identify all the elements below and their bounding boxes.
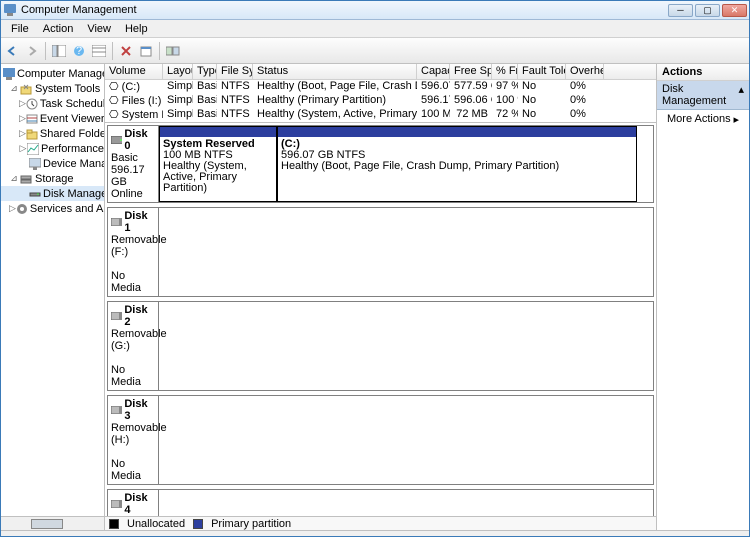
minimize-button[interactable]: ─ xyxy=(668,4,693,17)
volume-row[interactable]: ⎔ (C:)SimpleBasicNTFSHealthy (Boot, Page… xyxy=(105,80,656,94)
titlebar: Computer Management ─ ▢ ✕ xyxy=(1,1,749,20)
properties-icon[interactable] xyxy=(137,42,155,60)
settings-icon[interactable] xyxy=(164,42,182,60)
tree-performance[interactable]: ▷Performance xyxy=(1,141,104,156)
tree-shared-folders[interactable]: ▷Shared Folders xyxy=(1,126,104,141)
legend-primary-swatch xyxy=(193,519,203,529)
disk-row[interactable]: Disk 2Removable (G:)No Media xyxy=(107,301,654,391)
tree-device-manager[interactable]: Device Manager xyxy=(1,156,104,171)
disk-row[interactable]: Disk 0Basic596.17 GBOnlineSystem Reserve… xyxy=(107,125,654,203)
tree-services[interactable]: ▷Services and Applications xyxy=(1,201,104,216)
disk-info: Disk 2Removable (G:)No Media xyxy=(108,302,159,390)
maximize-button[interactable]: ▢ xyxy=(695,4,720,17)
tree-root[interactable]: Computer Management (Local xyxy=(1,66,104,81)
disk-row[interactable]: Disk 1Removable (F:)No Media xyxy=(107,207,654,297)
tree-disk-management[interactable]: Disk Management xyxy=(1,186,104,201)
disk-graphical-view[interactable]: Disk 0Basic596.17 GBOnlineSystem Reserve… xyxy=(105,123,656,516)
tree-storage[interactable]: ⊿Storage xyxy=(1,171,104,186)
menu-help[interactable]: Help xyxy=(119,21,154,37)
menu-view[interactable]: View xyxy=(81,21,117,37)
svg-text:?: ? xyxy=(76,45,82,57)
disk-info: Disk 1Removable (F:)No Media xyxy=(108,208,159,296)
view-button[interactable] xyxy=(90,42,108,60)
tree-system-tools[interactable]: ⊿System Tools xyxy=(1,81,104,96)
navigation-tree[interactable]: Computer Management (Local ⊿System Tools… xyxy=(1,64,105,530)
actions-header: Actions xyxy=(657,64,749,81)
tree-scrollbar[interactable] xyxy=(1,516,104,530)
forward-button[interactable] xyxy=(23,42,41,60)
disk-info: Disk 3Removable (H:)No Media xyxy=(108,396,159,484)
volume-header[interactable]: VolumeLayoutTypeFile SystemStatusCapacit… xyxy=(105,64,656,80)
toolbar: ? xyxy=(1,38,749,64)
show-hide-tree-button[interactable] xyxy=(50,42,68,60)
back-button[interactable] xyxy=(3,42,21,60)
statusbar xyxy=(1,530,749,536)
volume-table: VolumeLayoutTypeFile SystemStatusCapacit… xyxy=(105,64,656,123)
actions-context[interactable]: Disk Management▴ xyxy=(657,81,749,110)
menubar: File Action View Help xyxy=(1,20,749,38)
disk-info: Disk 4Removable (J:)No Media xyxy=(108,490,159,516)
tree-event-viewer[interactable]: ▷Event Viewer xyxy=(1,111,104,126)
partition[interactable]: System Reserved100 MB NTFSHealthy (Syste… xyxy=(159,126,277,202)
volume-row[interactable]: ⎔ System ReservedSimpleBasicNTFSHealthy … xyxy=(105,108,656,122)
menu-file[interactable]: File xyxy=(5,21,35,37)
help-button[interactable]: ? xyxy=(70,42,88,60)
actions-pane: Actions Disk Management▴ More Actions▸ xyxy=(656,64,749,530)
actions-more[interactable]: More Actions▸ xyxy=(657,110,749,129)
app-icon xyxy=(3,3,17,17)
tree-task-scheduler[interactable]: ▷Task Scheduler xyxy=(1,96,104,111)
collapse-icon: ▴ xyxy=(738,83,744,107)
chevron-right-icon: ▸ xyxy=(733,113,739,126)
disk-row[interactable]: Disk 3Removable (H:)No Media xyxy=(107,395,654,485)
window-title: Computer Management xyxy=(21,4,137,16)
disk-row[interactable]: Disk 4Removable (J:)No Media xyxy=(107,489,654,516)
delete-icon[interactable] xyxy=(117,42,135,60)
close-button[interactable]: ✕ xyxy=(722,4,747,17)
partition[interactable]: (C:)596.07 GB NTFSHealthy (Boot, Page Fi… xyxy=(277,126,637,202)
disk-info: Disk 0Basic596.17 GBOnline xyxy=(108,126,159,202)
legend-unallocated-swatch xyxy=(109,519,119,529)
legend: Unallocated Primary partition xyxy=(105,516,656,530)
menu-action[interactable]: Action xyxy=(37,21,80,37)
volume-row[interactable]: ⎔ Files (I:)SimpleBasicNTFSHealthy (Prim… xyxy=(105,94,656,108)
